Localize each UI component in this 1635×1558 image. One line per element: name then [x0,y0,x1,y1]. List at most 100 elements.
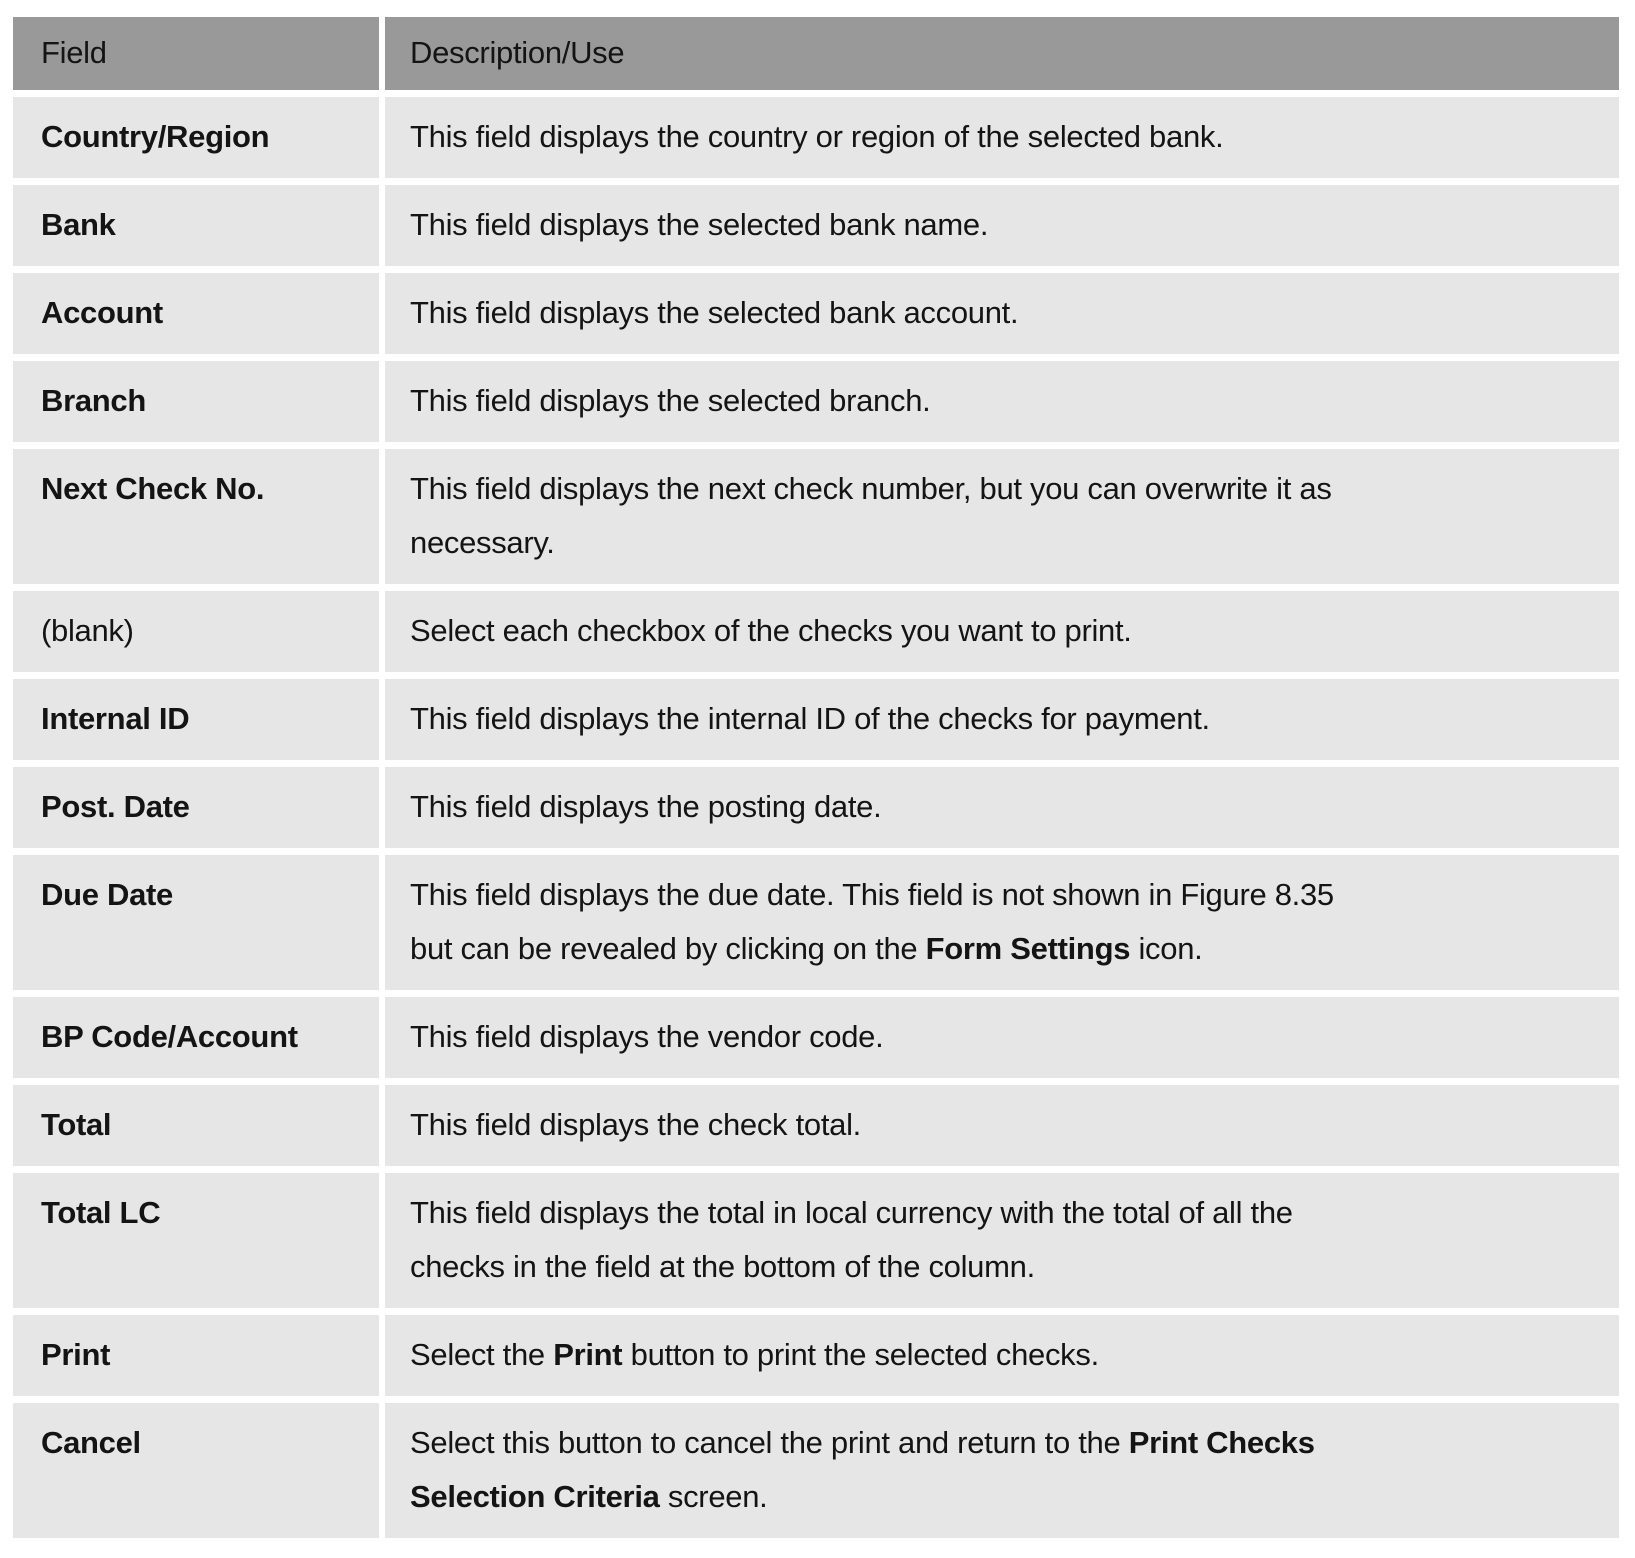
field-name: Post. Date [41,789,190,824]
field-cell: Country/Region [13,97,379,178]
header-cell-field: Field [13,17,379,90]
description-line: This field displays the due date. This f… [410,868,1619,922]
field-description-table: Field Description/Use Country/Region This… [13,17,1619,1545]
description-text: This field displays the posting date. [410,789,882,824]
description-line: Select the Print button to print the sel… [410,1328,1619,1382]
field-cell: Print [13,1315,379,1396]
description-cell: This field displays the next check numbe… [385,449,1619,584]
description-text: This field displays the vendor code. [410,1019,884,1054]
description-text: Select each checkbox of the checks you w… [410,613,1132,648]
field-name: Print [41,1337,111,1372]
description-cell: Select this button to cancel the print a… [385,1403,1619,1538]
field-name: Due Date [41,877,173,912]
field-cell: Cancel [13,1403,379,1538]
description-cell: Select the Print button to print the sel… [385,1315,1619,1396]
field-cell: Total LC [13,1173,379,1308]
description-cell: This field displays the check total. [385,1085,1619,1166]
header-label-description: Description/Use [410,35,625,70]
description-cell: Select each checkbox of the checks you w… [385,591,1619,672]
description-line: This field displays the vendor code. [410,1010,1619,1064]
table-row: Cancel Select this button to cancel the p… [13,1403,1619,1538]
description-text: but can be revealed by clicking on the [410,931,926,966]
table-row: Total This field displays the check total… [13,1085,1619,1166]
description-cell: This field displays the posting date. [385,767,1619,848]
description-cell: This field displays the total in local c… [385,1173,1619,1308]
table-row: Print Select the Print button to print th… [13,1315,1619,1396]
description-text: necessary. [410,525,555,560]
description-cell: This field displays the selected bank ac… [385,273,1619,354]
description-cell: This field displays the selected bank na… [385,185,1619,266]
field-cell: BP Code/Account [13,997,379,1078]
description-text: This field displays the check total. [410,1107,861,1142]
description-line: This field displays the country or regio… [410,110,1619,164]
description-line: Selection Criteria screen. [410,1470,1619,1524]
description-line: This field displays the total in local c… [410,1186,1619,1240]
description-text: button to print the selected checks. [622,1337,1100,1372]
description-line: This field displays the check total. [410,1098,1619,1152]
description-text: This field displays the selected bank ac… [410,295,1019,330]
table-header-row: Field Description/Use [13,17,1619,90]
description-cell: This field displays the country or regio… [385,97,1619,178]
description-text: screen. [659,1479,768,1514]
field-name: Bank [41,207,116,242]
field-cell: (blank) [13,591,379,672]
description-line: necessary. [410,516,1619,570]
field-cell: Total [13,1085,379,1166]
field-cell: Next Check No. [13,449,379,584]
description-text: checks in the field at the bottom of the… [410,1249,1035,1284]
field-name: (blank) [41,613,134,648]
description-text: This field displays the total in local c… [410,1195,1293,1230]
field-name: Account [41,295,163,330]
description-line: This field displays the internal ID of t… [410,692,1619,746]
table-row: Bank This field displays the selected ban… [13,185,1619,266]
description-text: Select this button to cancel the print a… [410,1425,1129,1460]
description-cell: This field displays the selected branch. [385,361,1619,442]
field-cell: Branch [13,361,379,442]
field-name: Internal ID [41,701,190,736]
description-text: icon. [1130,931,1203,966]
description-line: This field displays the next check numbe… [410,462,1619,516]
description-text: This field displays the country or regio… [410,119,1224,154]
table-row: Country/Region This field displays the co… [13,97,1619,178]
ui-term-emphasis: Print [553,1337,623,1372]
ui-term-emphasis: Selection Criteria [410,1479,660,1514]
field-cell: Due Date [13,855,379,990]
field-name: Total [41,1107,112,1142]
header-cell-description: Description/Use [385,17,1619,90]
description-line: checks in the field at the bottom of the… [410,1240,1619,1294]
description-text: This field displays the next check numbe… [410,471,1332,506]
table-row: (blank) Select each checkbox of the check… [13,591,1619,672]
field-name: Total LC [41,1195,161,1230]
header-label-field: Field [41,35,107,70]
description-line: This field displays the selected bank na… [410,198,1619,252]
description-text: Select the [410,1337,554,1372]
field-cell: Account [13,273,379,354]
field-name: Cancel [41,1425,141,1460]
field-cell: Internal ID [13,679,379,760]
description-text: This field displays the selected branch. [410,383,931,418]
table-body: Country/Region This field displays the co… [13,97,1619,1538]
description-cell: This field displays the internal ID of t… [385,679,1619,760]
ui-term-emphasis: Print Checks [1128,1425,1315,1460]
description-cell: This field displays the vendor code. [385,997,1619,1078]
field-name: Branch [41,383,147,418]
description-cell: This field displays the due date. This f… [385,855,1619,990]
field-name: BP Code/Account [41,1019,298,1054]
table-row: Internal ID This field displays the inter… [13,679,1619,760]
table-row: Total LC This field displays the total in… [13,1173,1619,1308]
field-name: Country/Region [41,119,270,154]
description-text: This field displays the selected bank na… [410,207,989,242]
table-row: Post. Date This field displays the postin… [13,767,1619,848]
table-row: BP Code/Account This field displays the v… [13,997,1619,1078]
table-row: Account This field displays the selected … [13,273,1619,354]
field-name: Next Check No. [41,471,265,506]
description-line: Select this button to cancel the print a… [410,1416,1619,1470]
table-row: Due Date This field displays the due date… [13,855,1619,990]
field-cell: Bank [13,185,379,266]
description-text: This field displays the internal ID of t… [410,701,1210,736]
field-cell: Post. Date [13,767,379,848]
description-line: but can be revealed by clicking on the F… [410,922,1619,976]
description-line: This field displays the selected bank ac… [410,286,1619,340]
description-line: Select each checkbox of the checks you w… [410,604,1619,658]
description-text: This field displays the due date. This f… [410,877,1334,912]
